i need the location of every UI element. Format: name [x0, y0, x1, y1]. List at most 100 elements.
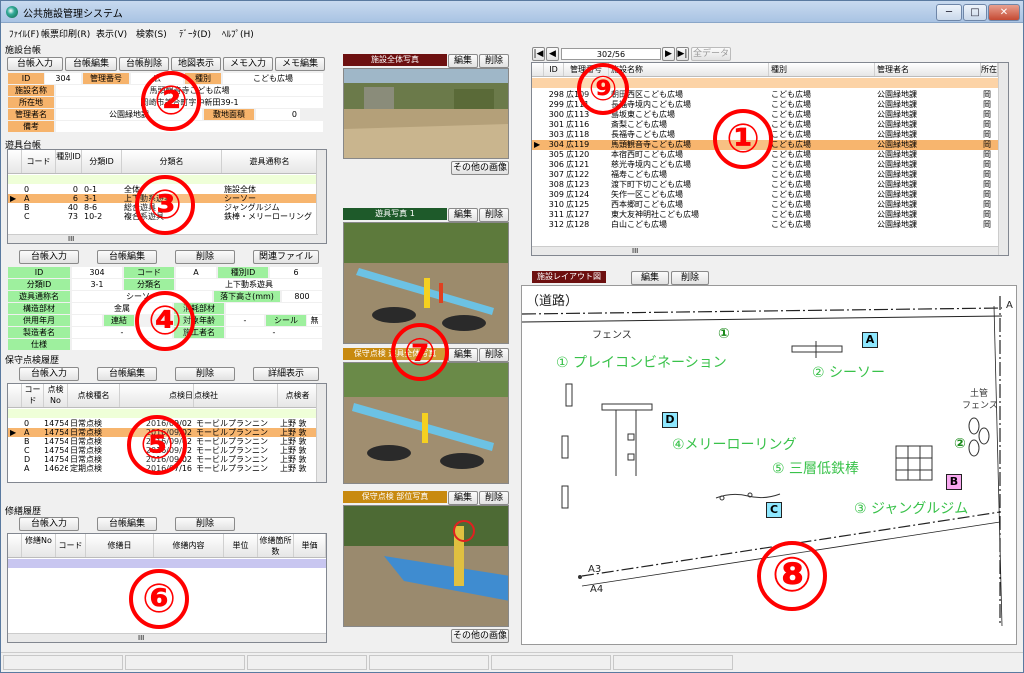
facility-row[interactable]: 310 広125 西本郷町こども広場 こども広場 公園緑地課岡 [532, 200, 998, 210]
insp-delete-button[interactable]: 削除 [175, 367, 235, 381]
inspection-vscroll[interactable] [316, 384, 326, 482]
facility-row[interactable]: 311 広127 東大友神明社こども広場 こども広場 公園緑地課岡 [532, 210, 998, 220]
menu-print[interactable]: 帳票印刷(R) [41, 27, 90, 40]
col-class-id[interactable]: 分類ID [82, 150, 122, 173]
equip-edit-button[interactable]: 台帳編集 [97, 250, 157, 264]
equip-hscroll[interactable]: III [8, 234, 318, 243]
col-rep-date[interactable]: 修繕日 [86, 534, 154, 557]
col-fac-name[interactable]: 施設名称 [609, 63, 769, 76]
marker-b[interactable]: B [946, 474, 962, 490]
facility-row[interactable]: 306 広121 慈光寺境内こども広場 こども広場 公園緑地課岡 [532, 160, 998, 170]
inspection-section-title: 保守点検履歴 [5, 356, 60, 366]
menu-file[interactable]: ﾌｧｲﾙ(F) [9, 27, 39, 40]
repair-hscroll[interactable]: III [8, 633, 326, 642]
col-rep-code[interactable]: コード [56, 534, 86, 557]
equip-input-button[interactable]: 台帳入力 [19, 250, 79, 264]
facility-row[interactable]: 307 広122 福寿こども広場 こども広場 公園緑地課岡 [532, 170, 998, 180]
eq-struct-label: 構造部材 [8, 303, 70, 314]
nav-first-button[interactable]: |◀ [532, 47, 545, 61]
nav-position[interactable]: 302/56 [561, 48, 661, 60]
col-rep-unit[interactable]: 単位 [224, 534, 258, 557]
equip-photo-edit[interactable]: 編集 [448, 208, 478, 222]
facility-section-title: 施設台帳 [5, 46, 42, 56]
overall-photo-delete[interactable]: 削除 [479, 54, 509, 68]
facility-edit-button[interactable]: 台帳編集 [65, 57, 117, 71]
insp-input-button[interactable]: 台帳入力 [19, 367, 79, 381]
equip-photo-delete[interactable]: 削除 [479, 208, 509, 222]
facility-name-label: 施設名称 [8, 85, 54, 96]
maint-whole-edit[interactable]: 編集 [448, 348, 478, 362]
insp-edit-button[interactable]: 台帳編集 [97, 367, 157, 381]
maint-part-photo-title: 保守点検 部位写真 [343, 491, 447, 503]
menu-view[interactable]: 表示(V) [96, 27, 127, 40]
window-title: 公共施設管理システム [23, 9, 123, 20]
nav-next-button[interactable]: ▶ [662, 47, 675, 61]
repair-edit-button[interactable]: 台帳編集 [97, 517, 157, 531]
col-fac-id[interactable]: ID [544, 63, 564, 76]
col-class-name[interactable]: 分類名 [122, 150, 222, 173]
facility-list-vscroll[interactable] [998, 63, 1008, 255]
col-insp-company[interactable]: 点検社 [194, 384, 278, 407]
related-file-button[interactable]: 関連ファイル [253, 250, 319, 264]
marker-d[interactable]: D [662, 412, 678, 428]
col-fac-loc[interactable]: 所在 [981, 63, 998, 76]
col-insp-date[interactable]: 点検日 [120, 384, 194, 407]
other-images-button-1[interactable]: その他の画像 [451, 161, 509, 175]
maint-whole-delete[interactable]: 削除 [479, 348, 509, 362]
map-view-button[interactable]: 地図表示 [171, 57, 221, 71]
col-insp-no[interactable]: 点検No [44, 384, 68, 407]
col-rep-content[interactable]: 修繕内容 [154, 534, 224, 557]
repair-delete-button[interactable]: 削除 [175, 517, 235, 531]
maximize-button[interactable]: □ [963, 4, 987, 21]
nav-prev-button[interactable]: ◀ [546, 47, 559, 61]
col-insp-person[interactable]: 点検者 [278, 384, 318, 407]
overall-photo[interactable] [343, 68, 509, 159]
col-code[interactable]: コード [22, 150, 56, 173]
facility-row[interactable]: 312 広128 白山こども広場 こども広場 公園緑地課岡 [532, 220, 998, 230]
repair-input-button[interactable]: 台帳入力 [19, 517, 79, 531]
col-fac-type[interactable]: 種別 [769, 63, 875, 76]
col-insp-kind[interactable]: 点検種名 [68, 384, 120, 407]
menu-data[interactable]: ﾃﾞｰﾀ(D) [179, 27, 211, 40]
marker-c[interactable]: C [766, 502, 782, 518]
eq-target-value: - [226, 315, 264, 326]
overall-photo-edit[interactable]: 編集 [448, 54, 478, 68]
insp-detail-button[interactable]: 詳細表示 [253, 367, 319, 381]
annotation-1: ① [713, 109, 773, 169]
maint-part-delete[interactable]: 削除 [479, 491, 509, 505]
annotation-6: ⑥ [129, 569, 189, 629]
col-insp-code[interactable]: コード [22, 384, 44, 407]
facility-list-hscroll[interactable]: III [532, 246, 998, 255]
all-data-button[interactable]: 全データ [691, 47, 731, 61]
col-rep-count[interactable]: 修繕箇所数 [258, 534, 294, 557]
equip-delete-button[interactable]: 削除 [175, 250, 235, 264]
maint-part-photo[interactable] [343, 505, 509, 627]
memo-edit-button[interactable]: メモ編集 [275, 57, 325, 71]
nav-last-button[interactable]: ▶| [676, 47, 689, 61]
menu-search[interactable]: 検索(S) [136, 27, 167, 40]
col-rep-price[interactable]: 単価 [294, 534, 326, 557]
repair-new-row [8, 559, 326, 568]
other-images-button-2[interactable]: その他の画像 [451, 629, 509, 643]
col-alias[interactable]: 遊具通称名 [222, 150, 318, 173]
col-rep-no[interactable]: 修繕No [22, 534, 56, 557]
close-button[interactable]: ✕ [988, 4, 1020, 21]
memo-input-button[interactable]: メモ入力 [223, 57, 273, 71]
seesaw-maint-image [344, 363, 508, 483]
facility-input-button[interactable]: 台帳入力 [7, 57, 63, 71]
marker-a[interactable]: A [862, 332, 878, 348]
facility-row[interactable]: 309 広124 矢作一区こども広場 こども広場 公園緑地課岡 [532, 190, 998, 200]
layout-edit-button[interactable]: 編集 [631, 271, 669, 285]
menu-help[interactable]: ﾍﾙﾌﾟ(H) [222, 27, 254, 40]
col-type-id[interactable]: 種別ID [56, 150, 82, 173]
corner-a-label: A [1006, 300, 1013, 311]
maint-part-edit[interactable]: 編集 [448, 491, 478, 505]
title-bar: 公共施設管理システム ─ □ ✕ [1, 1, 1023, 23]
annotation-4: ④ [135, 291, 195, 351]
facility-delete-button[interactable]: 台帳削除 [119, 57, 169, 71]
minimize-button[interactable]: ─ [936, 4, 962, 21]
facility-row[interactable]: 308 広123 渡下町下切こども広場 こども広場 公園緑地課岡 [532, 180, 998, 190]
col-fac-manager[interactable]: 管理者名 [875, 63, 981, 76]
equip-vscroll[interactable] [316, 150, 326, 243]
layout-delete-button[interactable]: 削除 [671, 271, 709, 285]
